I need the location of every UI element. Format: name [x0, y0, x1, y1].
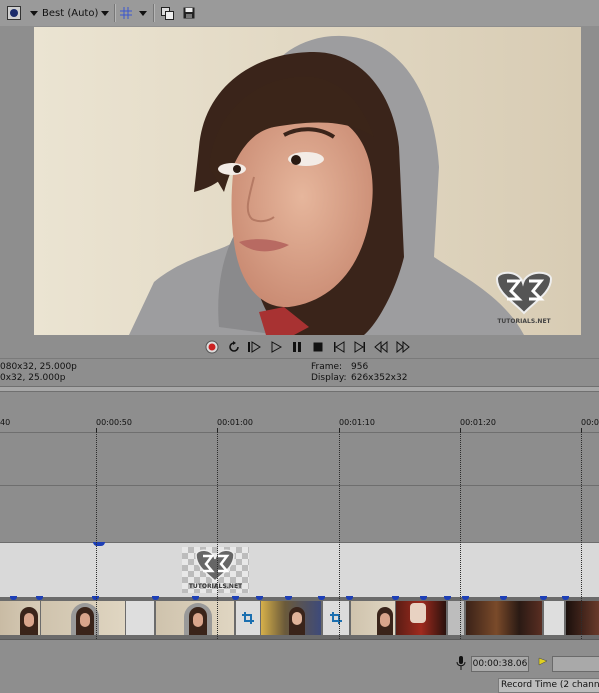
- clip-marker[interactable]: [346, 596, 353, 600]
- ruler-label: 00:01:10: [339, 418, 375, 427]
- track-marker[interactable]: [93, 542, 105, 546]
- clip-marker[interactable]: [318, 596, 325, 600]
- window-splitter[interactable]: [0, 386, 599, 392]
- go-to-end-button[interactable]: [353, 340, 367, 354]
- preview-info-panel: 080x32, 25.000p 0x32, 25.000p Frame: 956…: [0, 358, 599, 387]
- project-properties-text: 080x32, 25.000p: [0, 362, 77, 372]
- frame-value: 956: [351, 362, 369, 372]
- display-value: 626x352x32: [351, 373, 408, 383]
- video-clip-thumbnail[interactable]: [0, 601, 40, 635]
- video-clip-thumbnail[interactable]: [351, 601, 395, 635]
- time-field-2[interactable]: [552, 656, 599, 672]
- record-button[interactable]: [205, 340, 219, 354]
- loop-button[interactable]: [227, 340, 241, 354]
- play-from-start-button[interactable]: [247, 340, 261, 354]
- video-clip-thumbnail[interactable]: [396, 601, 446, 635]
- clip-marker[interactable]: [152, 596, 159, 600]
- play-button[interactable]: [269, 340, 283, 354]
- clip-marker[interactable]: [562, 596, 569, 600]
- frame-label: Frame:: [311, 362, 343, 372]
- ruler-label: 00:01: [581, 418, 599, 427]
- dropdown-arrow-icon[interactable]: [29, 5, 39, 21]
- clip-marker[interactable]: [285, 596, 292, 600]
- watermark-logo: TUTORIALS.NET: [489, 269, 559, 327]
- quality-dropdown-arrow-icon[interactable]: [100, 5, 110, 21]
- go-to-start-button[interactable]: [332, 340, 346, 354]
- timeline-gridline: [581, 432, 582, 639]
- copy-snapshot-icon[interactable]: [160, 5, 174, 21]
- overlay-clip-label: TUTORIALS.NET: [188, 583, 243, 590]
- ruler-label: 00:00:50: [96, 418, 132, 427]
- next-frame-button[interactable]: [396, 340, 410, 354]
- clip-marker[interactable]: [500, 596, 507, 600]
- video-clip-thumbnail[interactable]: [566, 601, 599, 635]
- timeline-ruler[interactable]: 40 00:00:50 00:01:00 00:01:10 00:01:20 0…: [0, 396, 599, 433]
- overlay-track[interactable]: TUTORIALS.NET: [0, 542, 599, 598]
- preview-mode-icon[interactable]: [6, 5, 22, 21]
- grid-dropdown-arrow-icon[interactable]: [138, 5, 148, 21]
- microphone-icon[interactable]: [456, 656, 466, 670]
- video-clip-thumbnail[interactable]: [261, 601, 321, 635]
- video-clip-blank[interactable]: [448, 601, 464, 635]
- timeline-gridline: [460, 432, 461, 639]
- pause-button[interactable]: [290, 340, 304, 354]
- clip-marker[interactable]: [36, 596, 43, 600]
- preview-toolbar: Best (Auto): [0, 0, 599, 26]
- save-snapshot-icon[interactable]: [182, 5, 196, 21]
- crop-icon[interactable]: [236, 601, 260, 635]
- clip-marker[interactable]: [192, 596, 199, 600]
- clip-marker[interactable]: [256, 596, 263, 600]
- toolbar-separator: [114, 4, 116, 22]
- video-preview: TUTORIALS.NET: [34, 27, 581, 335]
- video-track[interactable]: [0, 596, 599, 639]
- timeline-track-1[interactable]: [0, 433, 599, 486]
- transport-bar: [0, 336, 599, 358]
- clip-marker[interactable]: [540, 596, 547, 600]
- video-clip-blank[interactable]: [544, 601, 564, 635]
- clip-marker[interactable]: [420, 596, 427, 600]
- clip-marker[interactable]: [444, 596, 451, 600]
- video-clip-thumbnail[interactable]: [41, 601, 125, 635]
- record-time-field[interactable]: 00:00:38.06: [471, 656, 529, 672]
- quality-dropdown[interactable]: Best (Auto): [42, 5, 102, 21]
- overlay-clip[interactable]: TUTORIALS.NET: [182, 547, 249, 593]
- timeline-track-2[interactable]: [0, 486, 599, 541]
- grid-icon[interactable]: [119, 5, 133, 21]
- timeline-gridline: [96, 432, 97, 639]
- ruler-label: 40: [0, 418, 11, 427]
- timeline-gridline: [339, 432, 340, 639]
- stop-button[interactable]: [311, 340, 325, 354]
- display-label: Display:: [311, 373, 347, 383]
- crop-icon[interactable]: [323, 601, 349, 635]
- preview-properties-text: 0x32, 25.000p: [0, 373, 66, 383]
- ruler-label: 00:01:20: [460, 418, 496, 427]
- video-clip-thumbnail[interactable]: [466, 601, 542, 635]
- clip-marker[interactable]: [392, 596, 399, 600]
- video-clip-thumbnail[interactable]: [156, 601, 234, 635]
- toolbar-separator: [153, 4, 155, 22]
- video-clip-blank[interactable]: [126, 601, 154, 635]
- watermark-text: TUTORIALS.NET: [497, 318, 551, 325]
- timeline-gridline: [217, 432, 218, 639]
- clip-marker[interactable]: [232, 596, 239, 600]
- ruler-label: 00:01:00: [217, 418, 253, 427]
- clip-marker[interactable]: [10, 596, 17, 600]
- marker-flag-icon[interactable]: [538, 657, 548, 667]
- previous-frame-button[interactable]: [374, 340, 388, 354]
- clip-marker[interactable]: [462, 596, 469, 600]
